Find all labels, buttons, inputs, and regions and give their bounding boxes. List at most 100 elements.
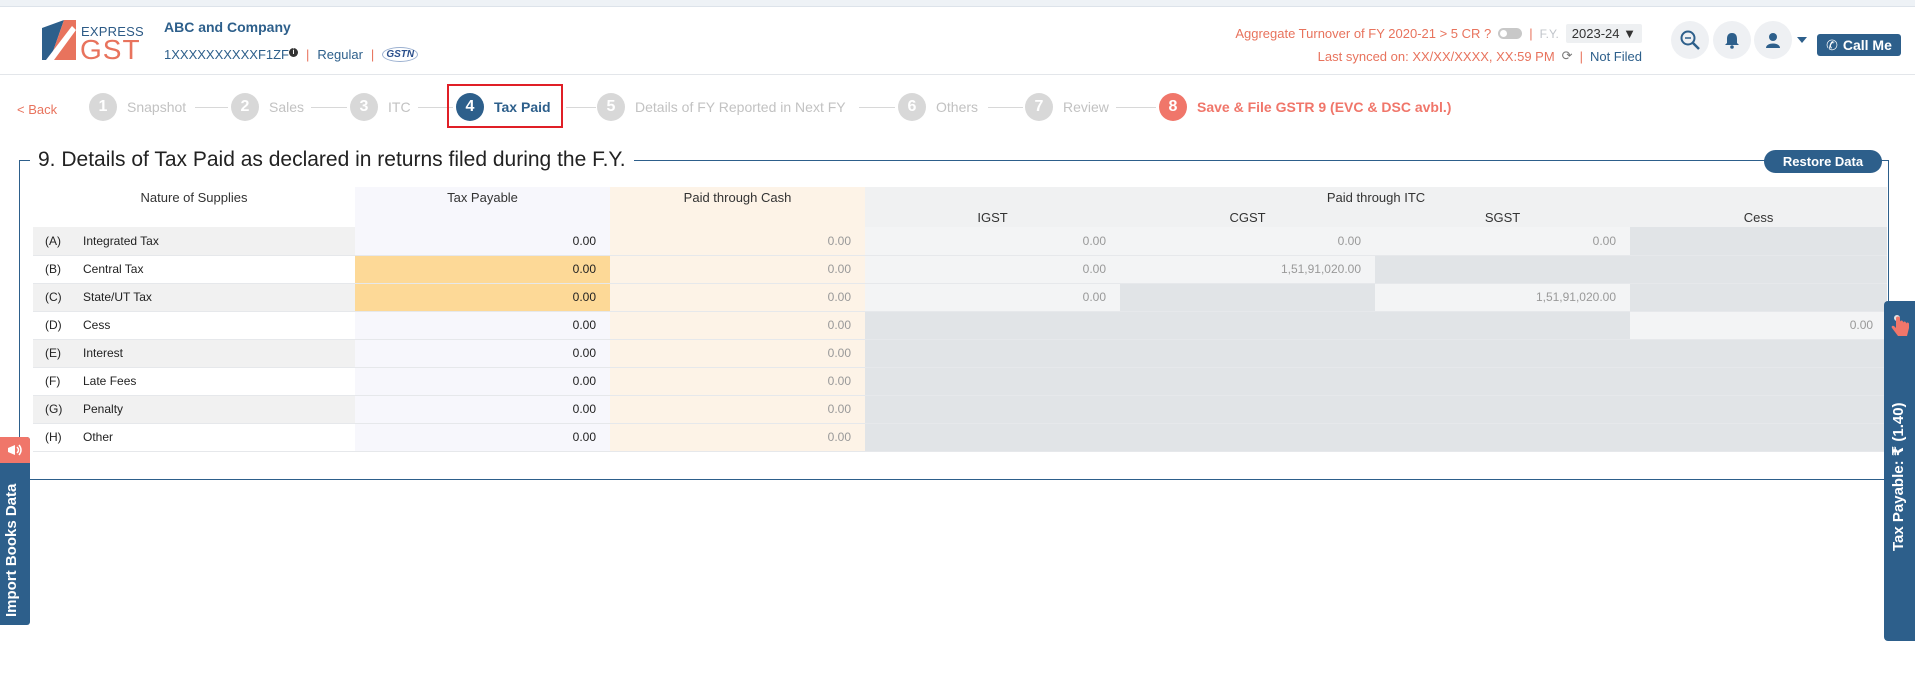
row-name: Integrated Tax — [83, 227, 356, 256]
igst-cell[interactable]: 0.00 — [865, 283, 1121, 312]
header-blank — [33, 207, 355, 227]
fy-select[interactable]: 2023-24 ▼ — [1565, 24, 1642, 43]
separator: | — [370, 47, 375, 62]
turnover-question: Aggregate Turnover of FY 2020-21 > 5 CR … — [1235, 26, 1492, 41]
registration-type: Regular — [317, 47, 363, 62]
express-gst-logo[interactable]: EXPRESS GST — [42, 20, 144, 65]
paid-cash-cell[interactable]: 0.00 — [610, 227, 866, 256]
tax-payable-cell[interactable]: 0.00 — [355, 367, 611, 396]
separator: | — [306, 47, 310, 62]
header-sgst: SGST — [1375, 207, 1631, 227]
paid-cash-cell[interactable]: 0.00 — [610, 311, 866, 340]
profile-button[interactable] — [1754, 21, 1792, 59]
itc-cells-disabled — [865, 367, 1888, 396]
row-code: (E) — [33, 339, 83, 368]
header-nature: Nature of Supplies — [140, 189, 248, 205]
header-blank — [355, 207, 611, 227]
tax-payable-cell[interactable]: 0.00 — [355, 255, 611, 284]
row-code: (C) — [33, 283, 83, 312]
cess-cell-disabled — [1630, 255, 1888, 284]
tax-payable-cell[interactable]: 0.00 — [355, 423, 611, 452]
step-review[interactable]: 7 Review — [1025, 92, 1109, 122]
notifications-button[interactable] — [1713, 21, 1751, 59]
header-paid-cash: Paid through Cash — [610, 187, 866, 207]
step-connector — [311, 107, 347, 108]
progress-stepper: < Back 1 Snapshot 2 Sales 3 ITC 4 Tax Pa… — [0, 84, 1915, 132]
app-header: EXPRESS GST ABC and Company 1XXXXXXXXXXF… — [0, 7, 1915, 75]
table-row: (G) Penalty 0.00 0.00 — [33, 395, 1888, 424]
paid-cash-cell[interactable]: 0.00 — [610, 367, 866, 396]
cess-cell[interactable]: 0.00 — [1630, 311, 1888, 340]
call-me-button[interactable]: ✆ Call Me — [1817, 34, 1901, 56]
tax-payable-tab[interactable]: Tax Payable: ₹ (1.40) — [1884, 301, 1915, 641]
row-name: Late Fees — [83, 367, 356, 396]
step-others[interactable]: 6 Others — [898, 92, 978, 122]
import-books-label: Import Books Data — [3, 483, 20, 617]
igst-cell[interactable]: 0.00 — [865, 227, 1121, 256]
step-snapshot[interactable]: 1 Snapshot — [89, 92, 186, 122]
table-row: (E) Interest 0.00 0.00 — [33, 339, 1888, 368]
last-synced: Last synced on: XX/XX/XXXX, XX:59 PM — [1317, 48, 1555, 64]
paid-cash-cell[interactable]: 0.00 — [610, 339, 866, 368]
header-cgst: CGST — [1120, 207, 1376, 227]
gstin-number: 1XXXXXXXXXXF1ZF i — [164, 47, 298, 62]
step-number: 2 — [231, 93, 259, 121]
step-save-file[interactable]: 8 Save & File GSTR 9 (EVC & DSC avbl.) — [1159, 92, 1451, 122]
import-books-data-tab[interactable]: Import Books Data — [0, 437, 30, 625]
step-connector — [566, 107, 596, 108]
step-label: Snapshot — [127, 99, 187, 115]
itc-cells-disabled — [865, 395, 1888, 424]
table-row: (H) Other 0.00 0.00 — [33, 423, 1888, 452]
sgst-cell[interactable]: 0.00 — [1375, 227, 1631, 256]
separator: | — [1579, 48, 1583, 64]
chevron-down-icon: ▼ — [1623, 26, 1636, 41]
igst-cell-disabled — [865, 311, 1121, 340]
logo-text-gst: GST — [80, 34, 141, 65]
step-number: 7 — [1025, 93, 1053, 121]
cess-cell-disabled — [1630, 283, 1888, 312]
row-code: (H) — [33, 423, 83, 452]
fy-value: 2023-24 — [1571, 26, 1620, 41]
header-blank — [610, 207, 866, 227]
refresh-icon[interactable]: ⟳ — [1562, 48, 1573, 64]
search-button[interactable] — [1671, 21, 1709, 59]
back-link[interactable]: < Back — [17, 102, 57, 117]
tax-payable-cell[interactable]: 0.00 — [355, 339, 611, 368]
table-row: (C) State/UT Tax 0.00 0.00 0.00 1,51,91,… — [33, 283, 1888, 312]
filing-status: Not Filed — [1589, 48, 1642, 64]
row-code: (F) — [33, 367, 83, 396]
tax-payable-cell[interactable]: 0.00 — [355, 283, 611, 312]
cgst-cell[interactable]: 0.00 — [1120, 227, 1376, 256]
user-icon — [1766, 33, 1780, 48]
restore-data-button[interactable]: Restore Data — [1764, 150, 1882, 173]
step-number: 3 — [350, 93, 378, 121]
header-tax-payable: Tax Payable — [355, 187, 611, 207]
step-sales[interactable]: 2 Sales — [231, 92, 304, 122]
tax-payable-cell[interactable]: 0.00 — [355, 311, 611, 340]
row-code: (D) — [33, 311, 83, 340]
company-name[interactable]: ABC and Company — [164, 19, 418, 35]
tax-payable-cell[interactable]: 0.00 — [355, 227, 611, 256]
igst-cell[interactable]: 0.00 — [865, 255, 1121, 284]
row-code: (G) — [33, 395, 83, 424]
info-icon[interactable]: i — [289, 47, 298, 57]
paid-cash-cell[interactable]: 0.00 — [610, 283, 866, 312]
step-connector — [1116, 107, 1156, 108]
section-title: 9. Details of Tax Paid as declared in re… — [30, 148, 634, 172]
row-name: Interest — [83, 339, 356, 368]
step-itc[interactable]: 3 ITC — [350, 92, 411, 122]
bell-icon — [1725, 33, 1739, 49]
cgst-cell[interactable]: 1,51,91,020.00 — [1120, 255, 1376, 284]
turnover-toggle[interactable] — [1498, 28, 1523, 39]
fy-label: F.Y. — [1539, 26, 1559, 41]
row-name: Cess — [83, 311, 356, 340]
tax-payable-cell[interactable]: 0.00 — [355, 395, 611, 424]
paid-cash-cell[interactable]: 0.00 — [610, 395, 866, 424]
step-label: ITC — [388, 99, 411, 115]
profile-dropdown-icon[interactable] — [1797, 37, 1807, 43]
paid-cash-cell[interactable]: 0.00 — [610, 255, 866, 284]
cess-cell-disabled — [1630, 227, 1888, 256]
step-next-fy-details[interactable]: 5 Details of FY Reported in Next FY — [597, 92, 846, 122]
sgst-cell[interactable]: 1,51,91,020.00 — [1375, 283, 1631, 312]
paid-cash-cell[interactable]: 0.00 — [610, 423, 866, 452]
